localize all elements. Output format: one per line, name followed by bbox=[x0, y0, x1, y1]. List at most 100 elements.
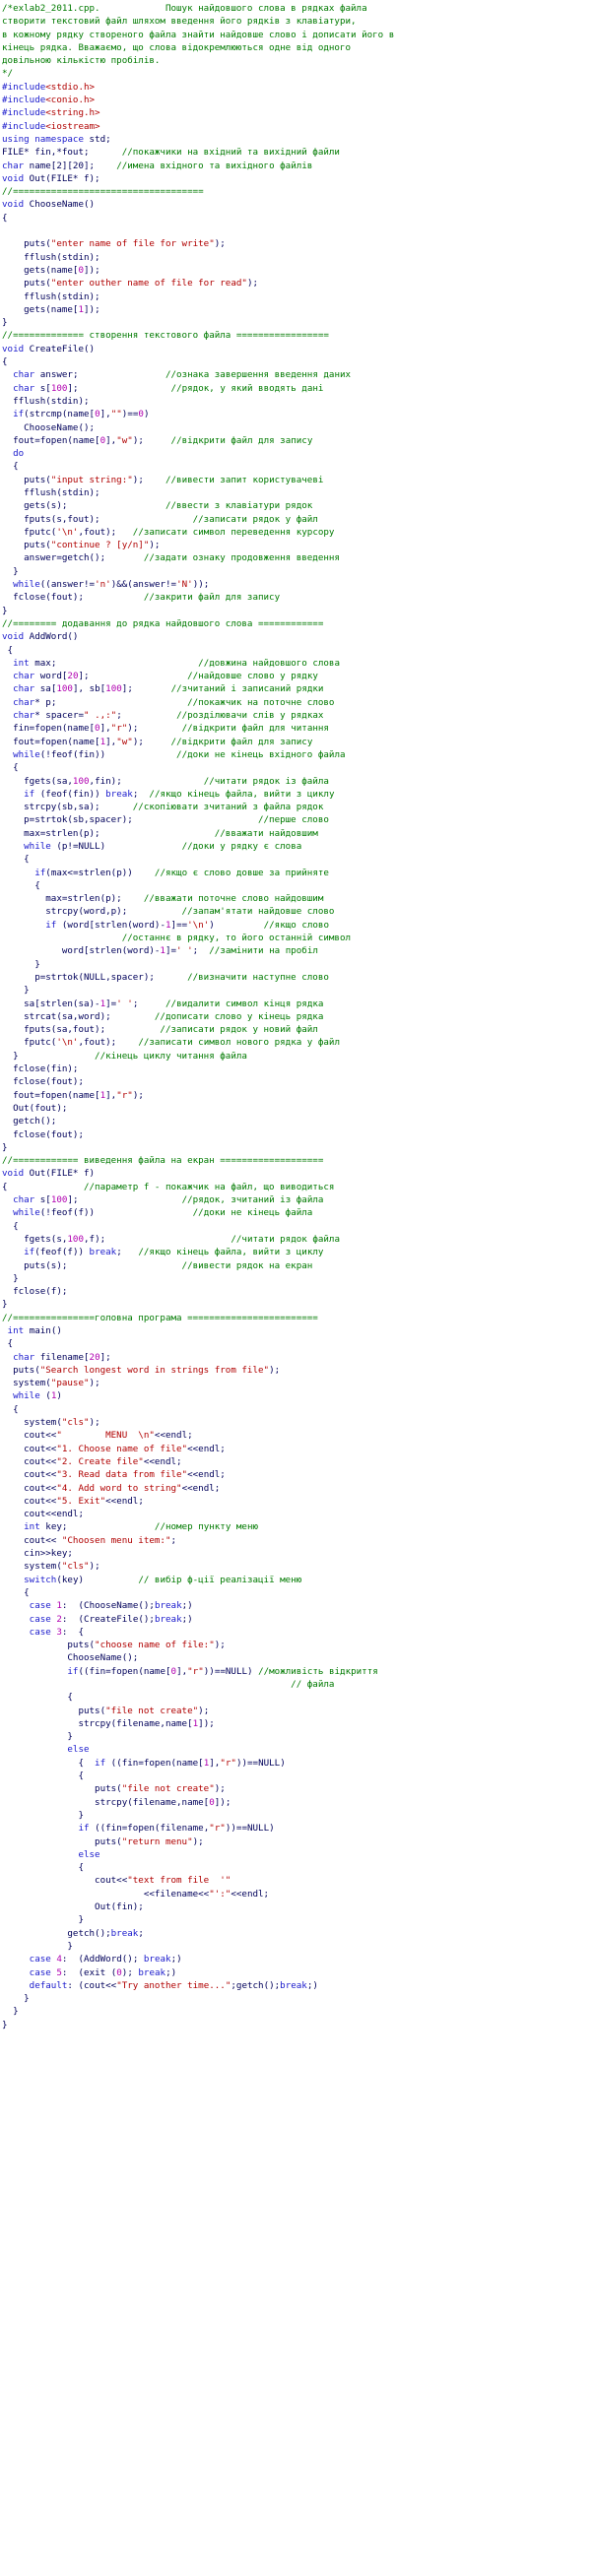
code-text: ); bbox=[127, 723, 182, 735]
code-text: ;) bbox=[170, 1954, 182, 1965]
code-keyword: default bbox=[29, 1979, 68, 1991]
code-text: puts( bbox=[2, 474, 51, 485]
code-keyword: break bbox=[154, 1613, 182, 1625]
code-text: ;) bbox=[181, 1600, 193, 1612]
code-comment: //розділювачи слів у рядках bbox=[176, 710, 324, 722]
code-comment: //видалити символ кінця рядка bbox=[165, 998, 324, 1009]
code-keyword: switch bbox=[24, 1574, 57, 1585]
code-text: cout<< bbox=[2, 1430, 57, 1442]
code-keyword: void bbox=[2, 343, 25, 354]
code-text: } bbox=[2, 1993, 30, 2005]
code-comment: //довжина найдовшого слова bbox=[198, 657, 340, 669]
code-line: cout<<endl; bbox=[2, 1508, 592, 1520]
code-text: gets(name[ bbox=[2, 264, 79, 276]
code-text: { bbox=[2, 1757, 96, 1769]
code-line: } bbox=[2, 1913, 592, 1926]
code-text: ))==NULL) bbox=[235, 1757, 286, 1769]
code-text: Out(fin); bbox=[2, 1901, 144, 1913]
code-text: fout=fopen(name[ bbox=[2, 434, 100, 446]
code-text: puts( bbox=[2, 1640, 96, 1651]
code-line: fout=fopen(name[0],"w"); //відкрити файл… bbox=[2, 434, 592, 447]
code-line: p=strtok(sb,spacer); //перше слово bbox=[2, 813, 592, 826]
code-text: strcpy(filename,name[ bbox=[2, 1796, 210, 1808]
code-text: max=strlen(p); bbox=[2, 893, 144, 905]
code-line: system("pause"); bbox=[2, 1377, 592, 1389]
string-literal: "enter name of file for write" bbox=[50, 238, 215, 250]
code-line: fclose(f); bbox=[2, 1285, 592, 1298]
code-line: if ((fin=fopen(filename,"r"))==NULL) bbox=[2, 1822, 592, 1835]
code-text: cout<< bbox=[2, 1534, 62, 1546]
code-text: gets(name[ bbox=[2, 303, 79, 315]
code-line: { bbox=[2, 212, 592, 225]
code-text: cin>>key; bbox=[2, 1548, 73, 1560]
code-comment: //скопіювати зчитаний з файла рядок bbox=[132, 802, 324, 813]
string-literal: "cls" bbox=[61, 1561, 90, 1573]
code-text: <<filename<< bbox=[2, 1888, 210, 1900]
code-line: /*exlab2_2011.cpp. Пошук найдовшого слов… bbox=[2, 2, 592, 15]
string-literal: "r" bbox=[110, 723, 128, 735]
code-text: (feof(fin)) bbox=[34, 788, 106, 800]
code-comment: створити текстовий файл шляхом введення … bbox=[2, 16, 357, 28]
code-text: ); bbox=[89, 1417, 100, 1429]
code-line: { bbox=[2, 1337, 592, 1350]
code-comment: //покажчики на вхідний та вихідний файли bbox=[121, 147, 340, 159]
string-literal: "Search longest word in strings from fil… bbox=[39, 1364, 270, 1376]
code-text: ChooseName(); bbox=[2, 421, 96, 433]
code-text: cout<< bbox=[2, 1455, 57, 1467]
code-line: } bbox=[2, 2019, 592, 2031]
code-comment: //ввести з клавіатури рядок bbox=[165, 500, 313, 512]
code-line: #include<conio.h> bbox=[2, 94, 592, 106]
code-line: створити текстовий файл шляхом введення … bbox=[2, 15, 592, 28]
code-text: strcpy(filename,name[ bbox=[2, 1717, 193, 1729]
code-text: ChooseName(); bbox=[2, 1652, 139, 1664]
code-line: fclose(fout); bbox=[2, 1128, 592, 1141]
code-comment: //відкрити файл для запису bbox=[170, 736, 313, 747]
code-line: fputs(sa,fout); //записати рядок у новий… bbox=[2, 1023, 592, 1036]
code-text: name[2][20]; bbox=[24, 160, 117, 171]
code-text: ); bbox=[89, 1378, 100, 1389]
code-line: fflush(stdin); bbox=[2, 290, 592, 303]
string-literal: "1. Choose name of file" bbox=[56, 1443, 188, 1454]
code-line: puts("file not create"); bbox=[2, 1705, 592, 1717]
code-line: { bbox=[2, 1691, 592, 1704]
code-comment: //покажчик на поточне слово bbox=[187, 696, 335, 708]
code-line: if(max<=strlen(p)) //якщо є слово довше … bbox=[2, 867, 592, 879]
code-line: getch();break; bbox=[2, 1927, 592, 1940]
code-text: cout<< bbox=[2, 1482, 57, 1494]
code-keyword: break bbox=[143, 1954, 171, 1965]
code-text: cout<< bbox=[2, 1495, 57, 1507]
code-text: system( bbox=[2, 1417, 62, 1429]
code-text: strcpy(word,p); bbox=[2, 906, 182, 918]
code-line: char sa[100], sb[100]; //зчитаний і запи… bbox=[2, 682, 592, 695]
code-text: s[ bbox=[34, 1194, 51, 1206]
code-line: char filename[20]; bbox=[2, 1351, 592, 1364]
code-text: strcpy(sb,sa); bbox=[2, 802, 133, 813]
string-literal: "file not create" bbox=[105, 1705, 199, 1716]
code-text: <<endl; bbox=[231, 1888, 270, 1900]
code-text: getch(); bbox=[2, 1116, 57, 1127]
code-text: ((fin=fopen(name[ bbox=[78, 1665, 171, 1677]
code-line: puts("return menu"); bbox=[2, 1835, 592, 1848]
code-keyword: void bbox=[2, 631, 25, 643]
code-line: char word[20]; //найдовше слово у рядку bbox=[2, 670, 592, 682]
code-text: ]; bbox=[121, 683, 171, 695]
code-line: cout<<"5. Exit"<<endl; bbox=[2, 1495, 592, 1508]
code-line: } bbox=[2, 1730, 592, 1743]
code-keyword: break bbox=[105, 788, 133, 800]
code-text: ); bbox=[198, 1705, 210, 1716]
code-text: ], bbox=[99, 723, 111, 735]
code-line: word[strlen(word)-1]=' '; //замінити на … bbox=[2, 944, 592, 957]
code-line: { bbox=[2, 1586, 592, 1599]
code-comment: //============= створення текстового фай… bbox=[2, 330, 329, 342]
code-text: FILE* fin,*fout; bbox=[2, 147, 122, 159]
code-line: puts(s); //вивести рядок на екран bbox=[2, 1259, 592, 1272]
code-text: ) bbox=[56, 1390, 62, 1402]
code-text: fflush(stdin); bbox=[2, 395, 90, 407]
code-comment: //відкрити файл для читання bbox=[181, 723, 329, 735]
code-text: (word[strlen(word)- bbox=[56, 919, 165, 931]
number-literal: 100 bbox=[105, 683, 122, 695]
code-text: (key) bbox=[56, 1574, 139, 1585]
